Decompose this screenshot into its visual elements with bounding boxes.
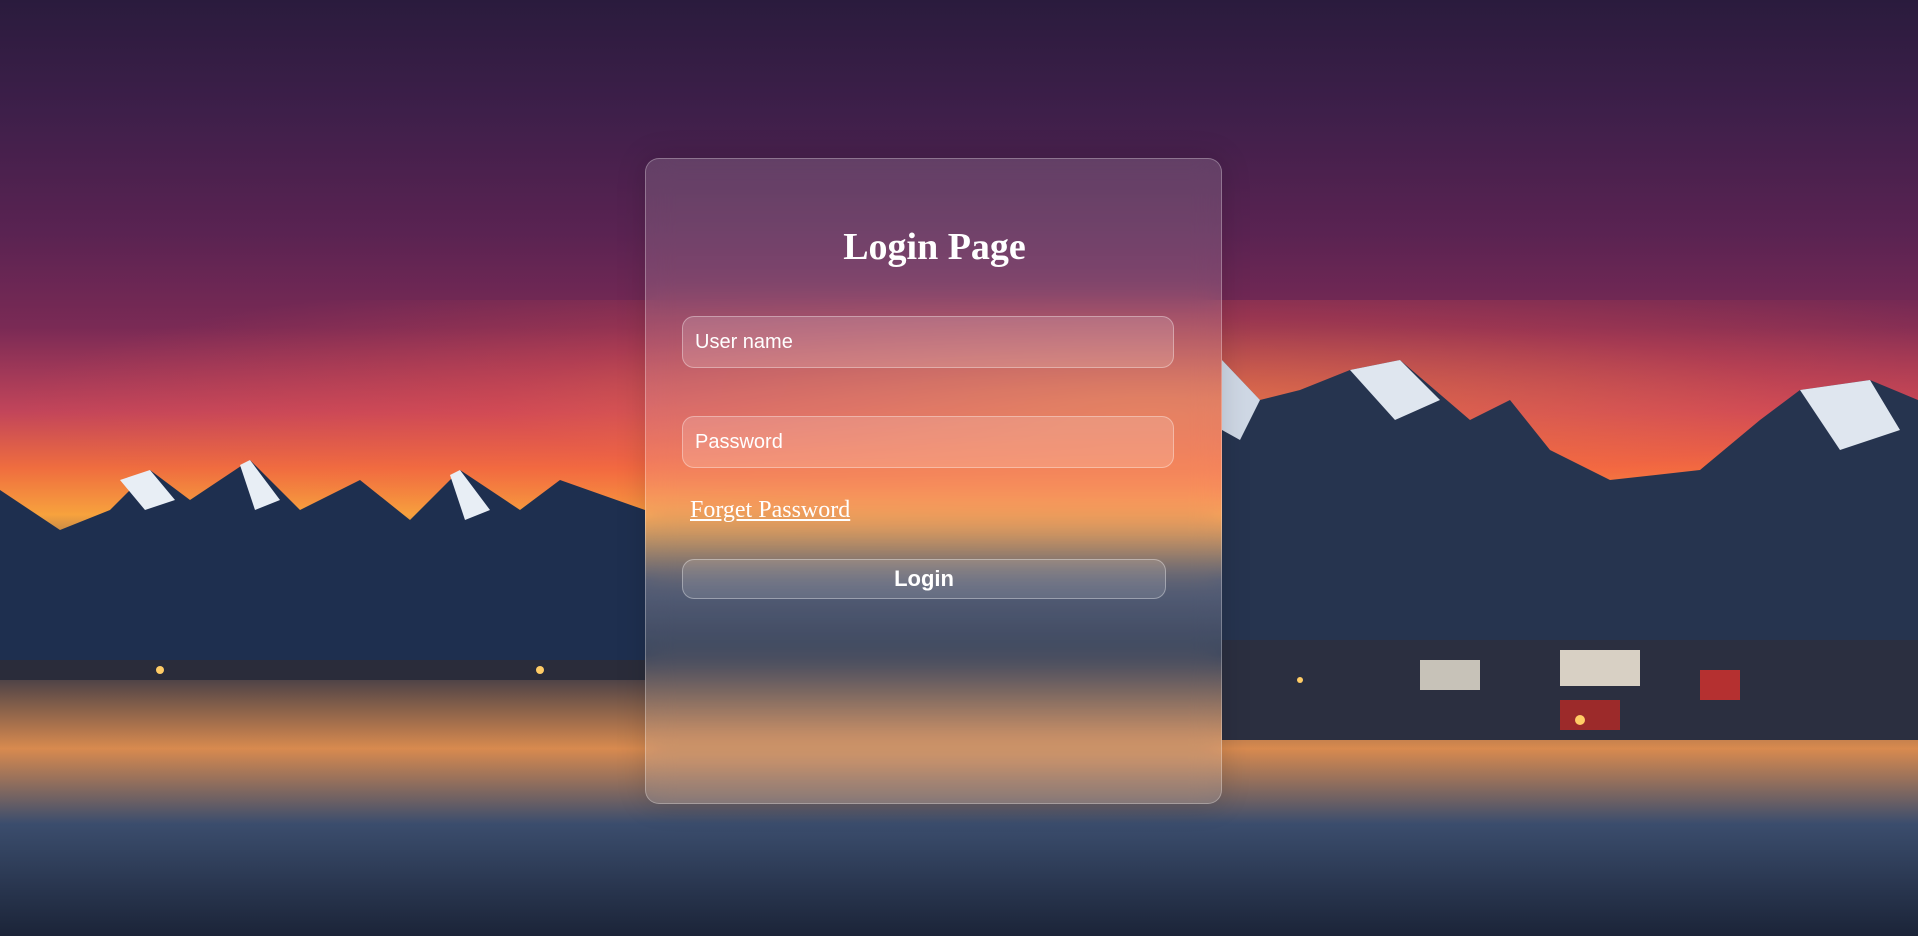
page-title: Login Page [843, 226, 1026, 268]
forget-password-link[interactable]: Forget Password [690, 497, 850, 524]
username-input[interactable] [682, 316, 1174, 368]
login-button[interactable]: Login [682, 559, 1166, 599]
password-input[interactable] [682, 416, 1174, 468]
login-panel: Login Page Forget Password Login [645, 158, 1222, 804]
